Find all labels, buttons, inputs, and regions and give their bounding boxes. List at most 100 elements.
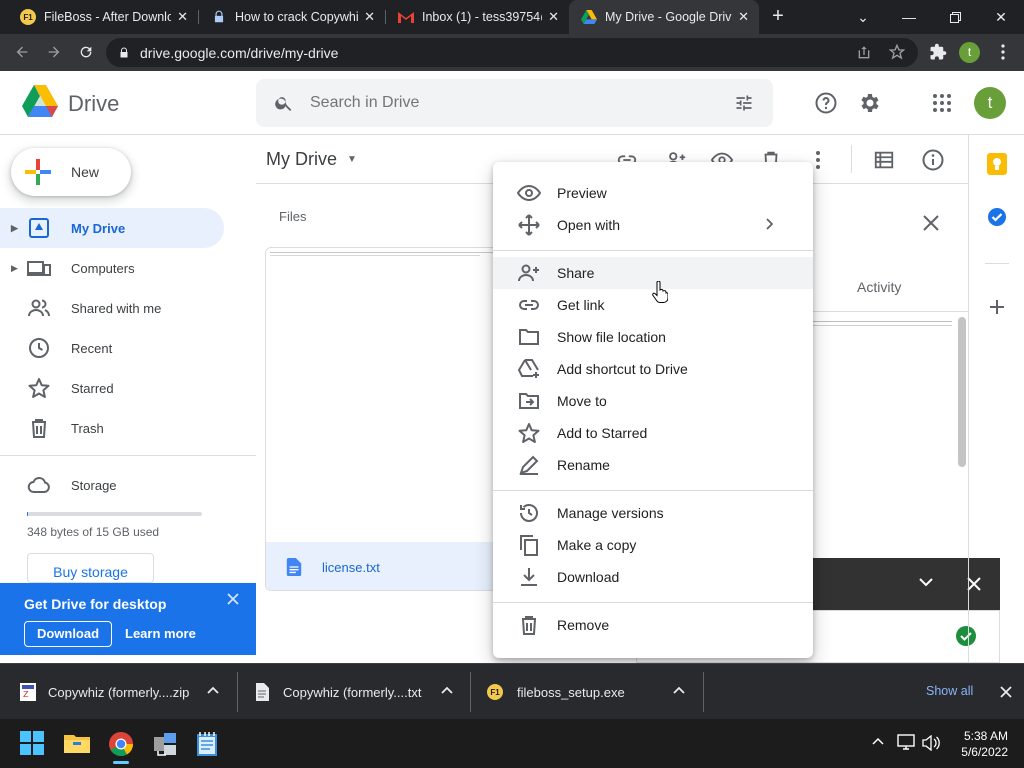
sidebar-divider — [0, 455, 256, 456]
info-icon[interactable] — [921, 148, 945, 172]
close-details-icon[interactable] — [923, 215, 939, 231]
chevron-up-icon[interactable] — [441, 686, 453, 694]
tab-search-icon[interactable]: ⌄ — [840, 0, 886, 34]
forward-icon[interactable] — [44, 42, 64, 62]
extensions-icon[interactable] — [928, 42, 948, 62]
computers-icon — [27, 256, 51, 280]
menu-item-add-shortcut[interactable]: Add shortcut to Drive — [493, 353, 813, 385]
close-tab-icon[interactable]: ✕ — [738, 9, 749, 25]
new-button[interactable]: New — [11, 148, 131, 196]
menu-item-show-file-location[interactable]: Show file location — [493, 321, 813, 353]
account-avatar[interactable]: t — [974, 87, 1006, 119]
sidebar-item-recent[interactable]: Recent — [0, 328, 224, 368]
close-tab-icon[interactable]: ✕ — [177, 9, 188, 25]
windows-start-icon[interactable] — [20, 731, 46, 757]
browser-tab-copywhiz[interactable]: How to crack Copywhiz ✕ — [199, 0, 385, 34]
tasks-icon[interactable] — [987, 207, 1007, 227]
menu-item-move-to[interactable]: Move to — [493, 385, 813, 417]
restore-button[interactable] — [932, 0, 978, 34]
download-item-zip[interactable]: Z Copywhiz (formerly....zip — [20, 664, 220, 720]
sidebar-item-starred[interactable]: Starred — [0, 368, 224, 408]
close-tab-icon[interactable]: ✕ — [364, 9, 375, 25]
apps-grid-icon[interactable] — [930, 91, 954, 115]
menu-item-make-a-copy[interactable]: Make a copy — [493, 529, 813, 561]
details-scrollbar[interactable] — [958, 317, 966, 467]
menu-item-preview[interactable]: Preview — [493, 177, 813, 209]
menu-item-open-with[interactable]: Open with — [493, 209, 813, 241]
sidebar-item-storage[interactable]: Storage — [0, 465, 224, 505]
file-explorer-icon[interactable] — [64, 731, 90, 757]
sidebar-item-computers[interactable]: ▶ Computers — [0, 248, 224, 288]
clock-date: 5/6/2022 — [961, 745, 1008, 759]
back-icon[interactable] — [12, 42, 32, 62]
settings-gear-icon[interactable] — [858, 91, 882, 115]
promo-learn-more-link[interactable]: Learn more — [125, 626, 196, 641]
star-icon — [27, 376, 51, 400]
drive-logo-icon[interactable] — [22, 85, 58, 117]
buy-storage-button[interactable]: Buy storage — [27, 553, 154, 583]
address-bar[interactable]: drive.google.com/drive/my-drive — [106, 38, 918, 67]
add-addon-icon[interactable] — [989, 299, 1005, 315]
chrome-menu-icon[interactable] — [993, 42, 1013, 62]
dropdown-arrow-icon: ▼ — [347, 154, 357, 165]
sidebar-item-my-drive[interactable]: ▶ My Drive — [0, 208, 224, 248]
search-options-icon[interactable] — [734, 93, 754, 113]
activity-tab[interactable]: Activity — [857, 279, 901, 295]
close-promo-icon[interactable] — [227, 593, 239, 605]
close-tab-icon[interactable]: ✕ — [548, 9, 559, 25]
list-view-icon[interactable] — [873, 149, 895, 171]
browser-tab-drive[interactable]: My Drive - Google Driv ✕ — [569, 0, 759, 34]
reload-icon[interactable] — [76, 42, 96, 62]
file-card[interactable]: license.txt — [265, 247, 505, 591]
search-box[interactable] — [256, 79, 773, 127]
menu-item-manage-versions[interactable]: Manage versions — [493, 497, 813, 529]
star-outline-icon — [517, 421, 541, 445]
keep-icon[interactable] — [987, 153, 1007, 175]
profile-avatar[interactable]: t — [959, 42, 980, 63]
move-to-icon — [517, 389, 541, 413]
more-actions-icon[interactable] — [816, 151, 820, 169]
browser-tab-gmail[interactable]: Inbox (1) - tess39754@ ✕ — [386, 0, 569, 34]
menu-item-download[interactable]: Download — [493, 561, 813, 593]
file-name: license.txt — [322, 559, 380, 575]
search-input[interactable] — [310, 94, 710, 112]
network-app-icon[interactable] — [152, 731, 178, 757]
promo-download-button[interactable]: Download — [24, 621, 112, 647]
my-drive-title[interactable]: My Drive ▼ — [266, 149, 357, 170]
browser-tab-fileboss[interactable]: F1 FileBoss - After Downlo ✕ — [8, 0, 198, 34]
menu-item-add-to-starred[interactable]: Add to Starred — [493, 417, 813, 449]
text-file-icon — [255, 683, 269, 701]
fileboss-favicon: F1 — [20, 9, 36, 25]
chevron-up-icon[interactable] — [207, 686, 219, 694]
clock-icon — [27, 336, 51, 360]
tray-overflow-chevron-icon[interactable] — [872, 737, 884, 745]
menu-item-rename[interactable]: Rename — [493, 449, 813, 481]
show-all-downloads[interactable]: Show all — [926, 684, 973, 698]
expand-caret-icon[interactable]: ▶ — [11, 263, 18, 274]
search-icon[interactable] — [274, 93, 294, 113]
clock[interactable]: 5:38 AM 5/6/2022 — [956, 728, 1008, 760]
storage-used-text: 348 bytes of 15 GB used — [27, 525, 160, 539]
close-download-shelf-icon[interactable] — [1000, 686, 1012, 698]
menu-item-remove[interactable]: Remove — [493, 609, 813, 641]
new-tab-button[interactable]: + — [767, 5, 789, 27]
help-icon[interactable] — [814, 91, 838, 115]
file-preview-thumbnail — [266, 248, 504, 542]
download-item-exe[interactable]: F1 fileboss_setup.exe — [487, 664, 687, 720]
bookmark-star-icon[interactable] — [889, 44, 905, 60]
chrome-taskbar-icon[interactable] — [108, 731, 134, 764]
trash-icon — [517, 613, 541, 637]
display-icon[interactable] — [897, 734, 915, 750]
download-item-txt[interactable]: Copywhiz (formerly....txt — [255, 664, 455, 720]
sidebar-item-shared-with-me[interactable]: Shared with me — [0, 288, 224, 328]
close-window-button[interactable]: ✕ — [978, 0, 1024, 34]
volume-icon[interactable] — [922, 735, 940, 751]
notepad-icon[interactable] — [196, 731, 222, 757]
promo-title: Get Drive for desktop — [24, 596, 167, 612]
share-page-icon[interactable] — [856, 45, 872, 61]
chevron-up-icon[interactable] — [673, 686, 685, 694]
minimize-button[interactable]: — — [886, 0, 932, 34]
collapse-chevron-icon[interactable] — [918, 574, 934, 590]
expand-caret-icon[interactable]: ▶ — [11, 223, 18, 234]
sidebar-item-trash[interactable]: Trash — [0, 408, 224, 448]
